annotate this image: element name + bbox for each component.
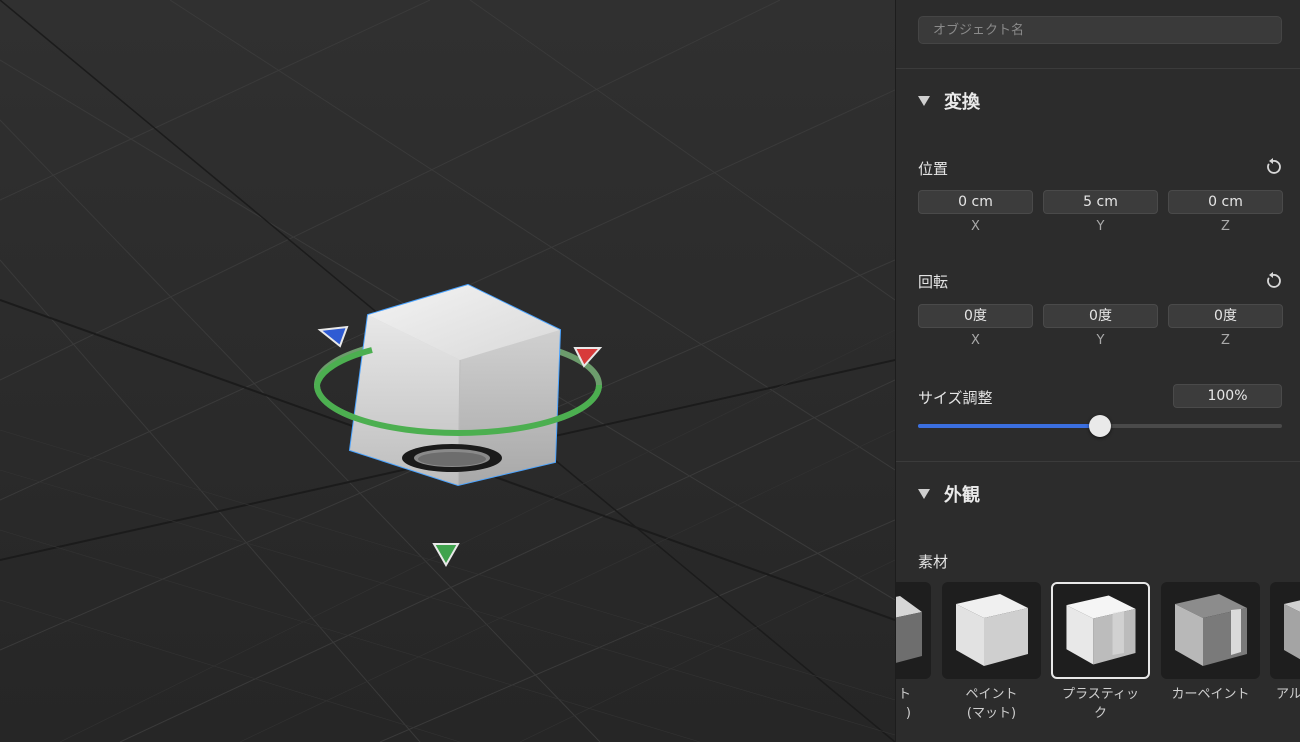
- material-carousel[interactable]: ト ) ペイント (マット) プラスティッ ク カーペイント アル: [896, 582, 1300, 742]
- material-option-plastic[interactable]: プラスティッ ク: [1051, 582, 1150, 723]
- rotation-z-field[interactable]: 0度: [1168, 304, 1283, 328]
- cube-car-paint-icon: [1161, 582, 1260, 679]
- material-option-car-paint[interactable]: カーペイント: [1161, 582, 1260, 704]
- position-y-field[interactable]: 5 cm: [1043, 190, 1158, 214]
- material-option-aluminum[interactable]: アル: [1270, 582, 1300, 704]
- object-name-field[interactable]: [918, 16, 1282, 44]
- cube-dark-material-icon: [896, 582, 931, 679]
- scale-label: サイズ調整: [918, 389, 993, 407]
- cube-plastic-icon: [1051, 582, 1150, 679]
- cube-matte-paint-icon: [942, 582, 1041, 679]
- position-label: 位置: [918, 160, 949, 178]
- reset-position-icon[interactable]: [1264, 158, 1282, 176]
- material-option-dark[interactable]: ト ): [896, 582, 931, 723]
- cube-aluminum-icon: [1270, 582, 1300, 679]
- material-label-car-paint: カーペイント: [1171, 687, 1250, 702]
- material-label: 素材: [918, 553, 949, 571]
- scale-slider-fill: [918, 424, 1100, 428]
- position-x-field[interactable]: 0 cm: [918, 190, 1033, 214]
- transform-section-header[interactable]: 変換: [918, 89, 980, 113]
- inspector-panel: 変換 位置 0 cm 5 cm 0 cm X Y Z 回転 0度 0度 0度 X…: [895, 0, 1300, 742]
- rotation-z-axis-label: Z: [1221, 333, 1230, 348]
- material-label-aluminum: アル: [1276, 687, 1300, 702]
- scene-canvas[interactable]: [0, 0, 895, 742]
- material-option-matte-paint[interactable]: ペイント (マット): [942, 582, 1041, 723]
- material-label-dark: ト ): [897, 687, 911, 721]
- scale-percent-field[interactable]: 100%: [1173, 384, 1282, 408]
- material-label-matte-paint: ペイント (マット): [965, 687, 1018, 721]
- appearance-section-header[interactable]: 外観: [918, 482, 980, 506]
- divider: [896, 461, 1300, 462]
- rotation-y-field[interactable]: 0度: [1043, 304, 1158, 328]
- position-y-axis-label: Y: [1096, 219, 1105, 234]
- divider: [896, 68, 1300, 69]
- reset-rotation-icon[interactable]: [1264, 272, 1282, 290]
- selected-cube-object[interactable]: [348, 283, 562, 487]
- scale-slider[interactable]: [918, 415, 1282, 437]
- 3d-viewport[interactable]: [0, 0, 895, 742]
- scale-slider-knob[interactable]: [1089, 415, 1111, 437]
- rotation-y-axis-label: Y: [1096, 333, 1105, 348]
- transform-title: 変換: [944, 92, 980, 113]
- position-x-axis-label: X: [971, 219, 980, 234]
- appearance-title: 外観: [944, 485, 980, 506]
- disclosure-triangle-icon: [918, 489, 930, 499]
- rotation-x-field[interactable]: 0度: [918, 304, 1033, 328]
- rotation-x-axis-label: X: [971, 333, 980, 348]
- material-label-plastic: プラスティッ ク: [1062, 687, 1139, 721]
- position-z-field[interactable]: 0 cm: [1168, 190, 1283, 214]
- rotation-label: 回転: [918, 273, 949, 291]
- disclosure-triangle-icon: [918, 96, 930, 106]
- position-z-axis-label: Z: [1221, 219, 1230, 234]
